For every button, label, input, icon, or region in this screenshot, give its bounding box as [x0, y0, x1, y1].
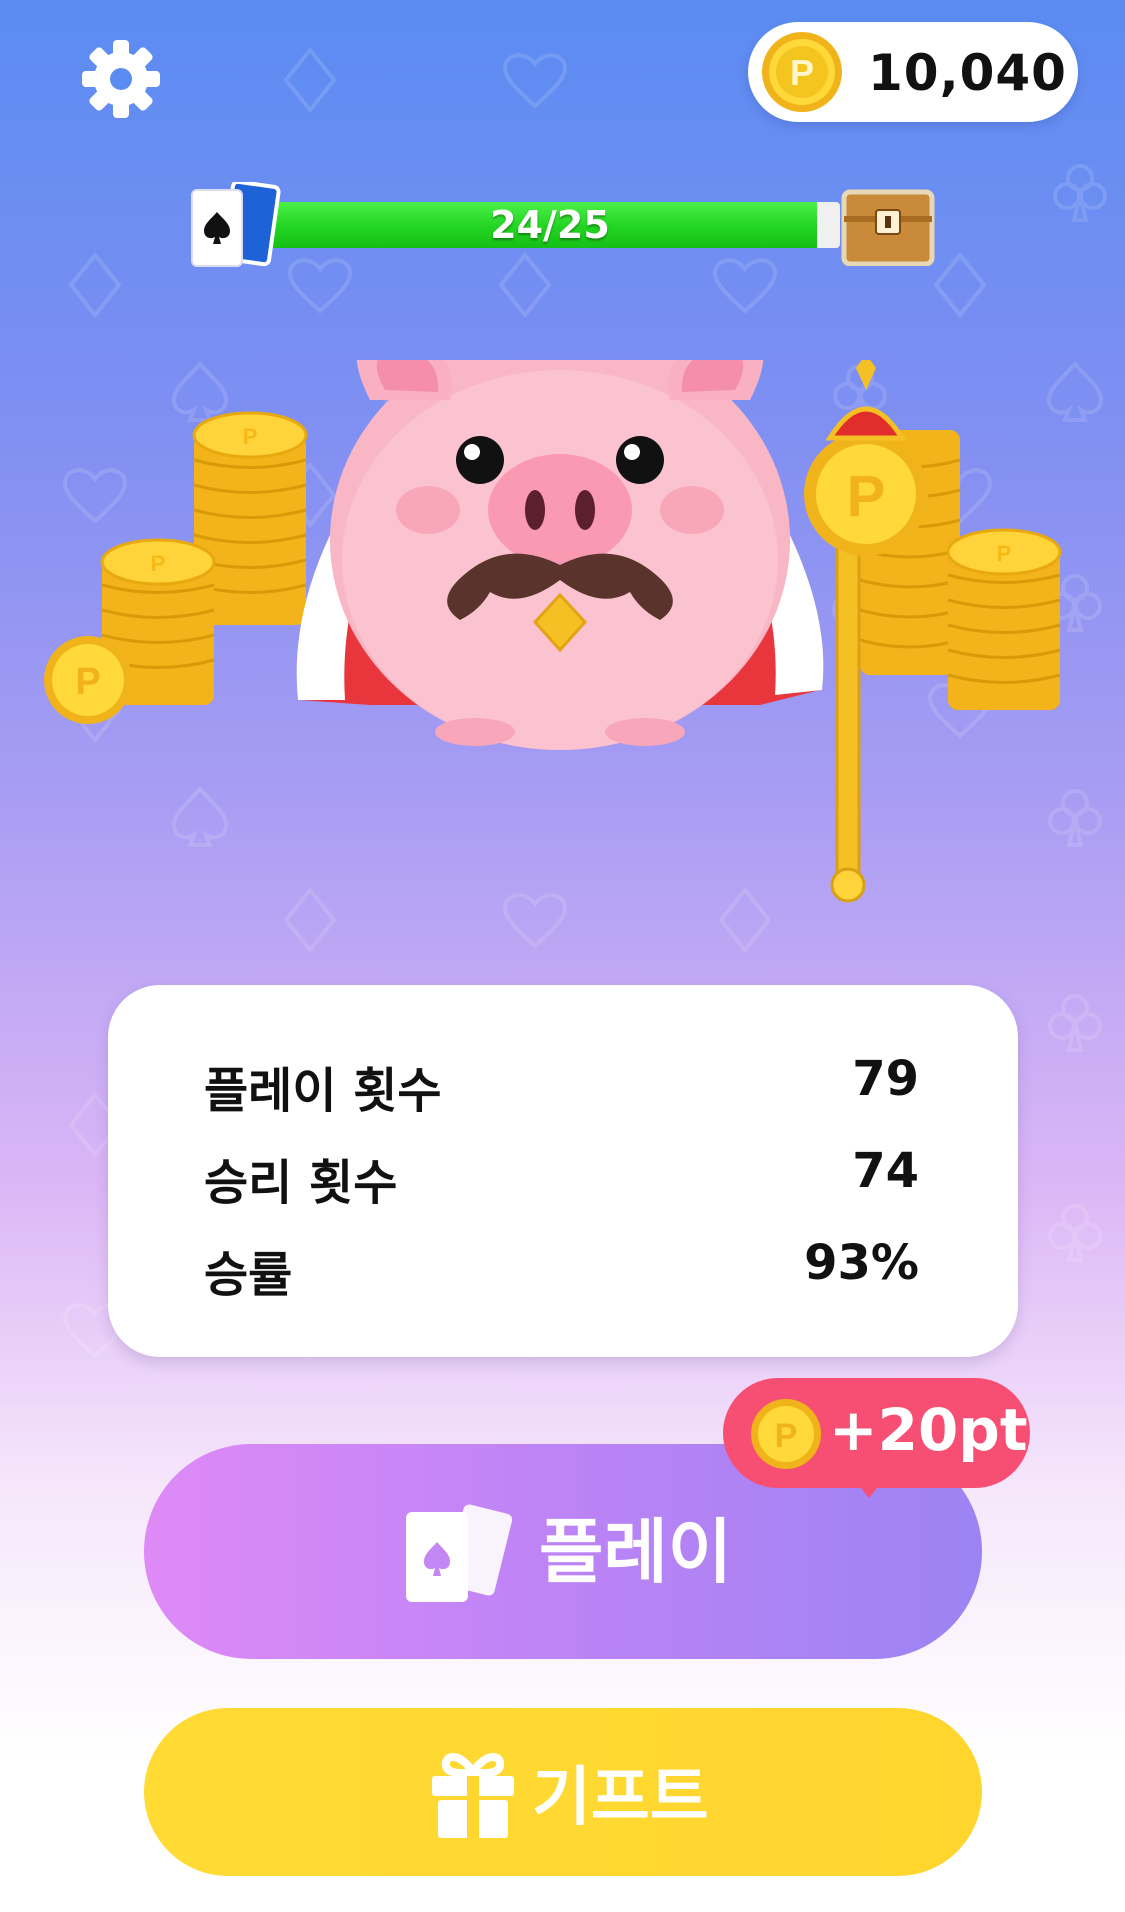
- svg-text:P: P: [151, 551, 166, 576]
- stat-label-winrate: 승률: [204, 1247, 293, 1303]
- stat-label-wins: 승리 횟수: [204, 1155, 398, 1211]
- bubble-tail: [853, 1478, 885, 1498]
- svg-text:P: P: [790, 52, 814, 93]
- svg-text:P: P: [847, 464, 886, 529]
- king-pig-mascot-illustration: P P P P P: [44, 360, 1062, 903]
- svg-text:P: P: [243, 424, 258, 449]
- cards-icon: [406, 1504, 512, 1602]
- gift-button-label: 기프트: [532, 1761, 709, 1835]
- stat-value-winrate: 93%: [804, 1235, 919, 1291]
- play-reward-text: +20pt: [829, 1396, 1028, 1464]
- svg-text:P: P: [775, 1417, 798, 1455]
- coin-icon: P: [751, 1399, 821, 1469]
- coin-balance-value: 10,040: [868, 44, 1067, 102]
- play-button-label: 플레이: [539, 1511, 733, 1593]
- stat-row-plays: 플레이 횟수 79: [204, 1051, 919, 1121]
- gift-button[interactable]: 기프트: [144, 1708, 982, 1876]
- treasure-chest-icon[interactable]: [840, 186, 936, 266]
- stats-card: 플레이 횟수 79 승리 횟수 74 승률 93%: [108, 985, 1018, 1357]
- gift-icon: [432, 1753, 514, 1838]
- play-reward-badge: P +20pt: [723, 1378, 1030, 1498]
- svg-text:P: P: [997, 541, 1012, 566]
- stat-row-winrate: 승률 93%: [204, 1235, 919, 1305]
- stat-value-wins: 74: [852, 1143, 919, 1199]
- cards-icon: [191, 182, 281, 267]
- gear-icon[interactable]: [80, 38, 162, 120]
- coin-stack-left: P P P: [44, 411, 308, 724]
- stat-value-plays: 79: [852, 1051, 919, 1107]
- coin-balance[interactable]: P 10,040: [748, 22, 1078, 122]
- card-progress: 24/25: [190, 182, 935, 268]
- coin-icon: P: [762, 32, 842, 112]
- svg-text:P: P: [75, 661, 100, 703]
- stat-row-wins: 승리 횟수 74: [204, 1143, 919, 1213]
- stat-label-plays: 플레이 횟수: [204, 1063, 442, 1119]
- progress-text: 24/25: [490, 203, 610, 247]
